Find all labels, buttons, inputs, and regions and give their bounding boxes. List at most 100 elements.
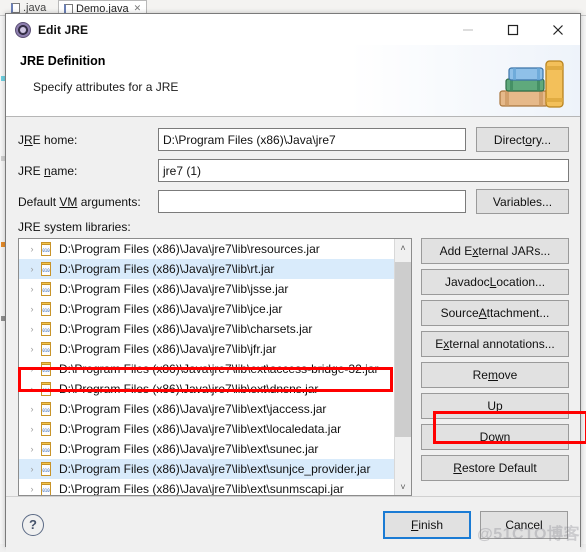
library-path-label: D:\Program Files (x86)\Java\jre7\lib\ext…: [59, 382, 319, 396]
javadoc-location-button[interactable]: Javadoc Location...: [421, 269, 569, 295]
library-row[interactable]: › 010 D:\Program Files (x86)\Java\jre7\lib…: [19, 339, 394, 359]
close-icon[interactable]: [535, 14, 580, 45]
library-row[interactable]: › 010 D:\Program Files (x86)\Java\jre7\lib…: [19, 239, 394, 259]
dialog-header: JRE Definition Specify attributes for a …: [6, 45, 580, 117]
library-row[interactable]: › 010 D:\Program Files (x86)\Java\jre7\lib…: [19, 479, 394, 495]
up-button[interactable]: Up: [421, 393, 569, 419]
expand-chevron-icon[interactable]: ›: [25, 384, 39, 394]
library-rows-container: › 010 D:\Program Files (x86)\Java\jre7\lib…: [19, 239, 394, 495]
help-icon[interactable]: ?: [22, 513, 44, 536]
library-path-label: D:\Program Files (x86)\Java\jre7\lib\ext…: [59, 362, 379, 376]
list-vertical-scrollbar[interactable]: ˄ ˅: [394, 239, 411, 495]
jar-icon: 010: [39, 242, 53, 256]
scrollbar-track[interactable]: [395, 256, 411, 478]
expand-chevron-icon[interactable]: ›: [25, 244, 39, 254]
dialog-title-bar: Edit JRE: [6, 14, 580, 45]
java-file-icon: [64, 3, 73, 14]
button-label-post: estore Default: [461, 461, 537, 475]
books-stack-icon: [494, 49, 572, 115]
scroll-up-icon[interactable]: ˄: [395, 239, 411, 256]
library-row[interactable]: › 010 D:\Program Files (x86)\Java\jre7\lib…: [19, 399, 394, 419]
button-label-pre: Re: [472, 368, 488, 382]
jar-icon: 010: [39, 402, 53, 416]
expand-chevron-icon[interactable]: ›: [25, 264, 39, 274]
library-row[interactable]: › 010 D:\Program Files (x86)\Java\jre7\lib…: [19, 319, 394, 339]
button-label-pre: Source: [440, 306, 479, 320]
expand-chevron-icon[interactable]: ›: [25, 464, 39, 474]
source-attachment-button[interactable]: Source Attachment...: [421, 300, 569, 326]
directory-button[interactable]: Direct o ry...: [476, 127, 569, 152]
button-label-accel: A: [478, 306, 487, 320]
button-label-pre: Javadoc: [444, 275, 490, 289]
button-label-accel: p: [495, 399, 503, 413]
library-row[interactable]: › 010 D:\Program Files (x86)\Java\jre7\lib…: [19, 419, 394, 439]
library-row[interactable]: › 010 D:\Program Files (x86)\Java\jre7\lib…: [19, 279, 394, 299]
expand-chevron-icon[interactable]: ›: [25, 404, 39, 414]
jre-name-label: JRE name:: [18, 163, 78, 178]
add-external-jars-button[interactable]: Add Ex ternal JARs...: [421, 238, 569, 264]
library-row[interactable]: › 010 D:\Program Files (x86)\Java\jre7\lib…: [19, 299, 394, 319]
expand-chevron-icon[interactable]: ›: [25, 424, 39, 434]
library-row[interactable]: › 010 D:\Program Files (x86)\Java\jre7\lib…: [19, 459, 394, 479]
scroll-down-icon[interactable]: ˅: [395, 478, 411, 495]
button-label-pre: E: [435, 337, 444, 351]
library-path-label: D:\Program Files (x86)\Java\jre7\lib\jss…: [59, 282, 289, 296]
button-label-post: own: [488, 430, 511, 444]
vm-arguments-label: Default VM arguments:: [18, 194, 141, 209]
library-row[interactable]: › 010 D:\Program Files (x86)\Java\jre7\lib…: [19, 379, 394, 399]
restore-default-button[interactable]: Restore Default: [421, 455, 569, 481]
java-file-icon: [11, 3, 20, 13]
finish-button[interactable]: Finish: [383, 510, 471, 539]
jar-icon: 010: [39, 302, 53, 316]
expand-chevron-icon[interactable]: ›: [25, 304, 39, 314]
libraries-area: › 010 D:\Program Files (x86)\Java\jre7\lib…: [18, 238, 569, 496]
button-label-accel: L: [489, 275, 497, 289]
minimize-icon[interactable]: [445, 14, 490, 45]
button-label-accel: D: [479, 430, 489, 444]
jar-icon: 010: [39, 422, 53, 436]
library-path-label: D:\Program Files (x86)\Java\jre7\lib\cha…: [59, 322, 313, 336]
jre-gear-icon: [15, 21, 31, 38]
library-path-label: D:\Program Files (x86)\Java\jre7\lib\res…: [59, 242, 320, 256]
button-label-post: ove: [497, 368, 518, 382]
library-path-label: D:\Program Files (x86)\Java\jre7\lib\ext…: [59, 482, 344, 495]
jar-icon: 010: [39, 282, 53, 296]
library-actions-column: Add Ex ternal JARs... Javadoc Location... S…: [421, 238, 569, 496]
window-controls: [445, 14, 580, 45]
jar-icon: 010: [39, 382, 53, 396]
jar-icon: 010: [39, 462, 53, 476]
library-path-label: D:\Program Files (x86)\Java\jre7\lib\jfr…: [59, 342, 277, 356]
jar-icon: 010: [39, 442, 53, 456]
jar-icon: 010: [39, 342, 53, 356]
remove-button[interactable]: Re m ove: [421, 362, 569, 388]
expand-chevron-icon[interactable]: ›: [25, 284, 39, 294]
expand-chevron-icon[interactable]: ›: [25, 444, 39, 454]
library-path-label: D:\Program Files (x86)\Java\jre7\lib\ext…: [59, 462, 371, 476]
expand-chevron-icon[interactable]: ›: [25, 344, 39, 354]
variables-button[interactable]: Variables...: [476, 189, 569, 214]
library-row[interactable]: › 010 D:\Program Files (x86)\Java\jre7\lib…: [19, 439, 394, 459]
jre-system-libraries-list[interactable]: › 010 D:\Program Files (x86)\Java\jre7\lib…: [18, 238, 412, 496]
library-path-label: D:\Program Files (x86)\Java\jre7\lib\ext…: [59, 442, 319, 456]
button-label-pre: U: [487, 399, 496, 413]
scrollbar-thumb[interactable]: [395, 262, 411, 437]
jre-home-label: JRE home:: [18, 132, 78, 147]
library-row[interactable]: › 010 D:\Program Files (x86)\Java\jre7\lib…: [19, 359, 394, 379]
library-row[interactable]: › 010 D:\Program Files (x86)\Java\jre7\lib…: [19, 259, 394, 279]
maximize-icon[interactable]: [490, 14, 535, 45]
external-annotations-button[interactable]: Ex ternal annotations...: [421, 331, 569, 357]
expand-chevron-icon[interactable]: ›: [25, 484, 39, 494]
jre-home-input[interactable]: D:\Program Files (x86)\Java\jre7: [158, 128, 466, 151]
expand-chevron-icon[interactable]: ›: [25, 324, 39, 334]
vm-arguments-input[interactable]: [158, 190, 466, 213]
dialog-footer: ? Finish Cancel: [6, 496, 580, 552]
expand-chevron-icon[interactable]: ›: [25, 364, 39, 374]
down-button[interactable]: Down: [421, 424, 569, 450]
jar-icon: 010: [39, 482, 53, 495]
jre-name-row: JRE name: jre7 (1): [18, 158, 569, 183]
button-label-pre: Add E: [439, 244, 473, 258]
dialog-body: JRE home: D:\Program Files (x86)\Java\jr…: [6, 117, 586, 496]
cancel-button[interactable]: Cancel: [480, 510, 568, 539]
jre-home-row: JRE home: D:\Program Files (x86)\Java\jr…: [18, 127, 569, 152]
jre-name-input[interactable]: jre7 (1): [158, 159, 569, 182]
